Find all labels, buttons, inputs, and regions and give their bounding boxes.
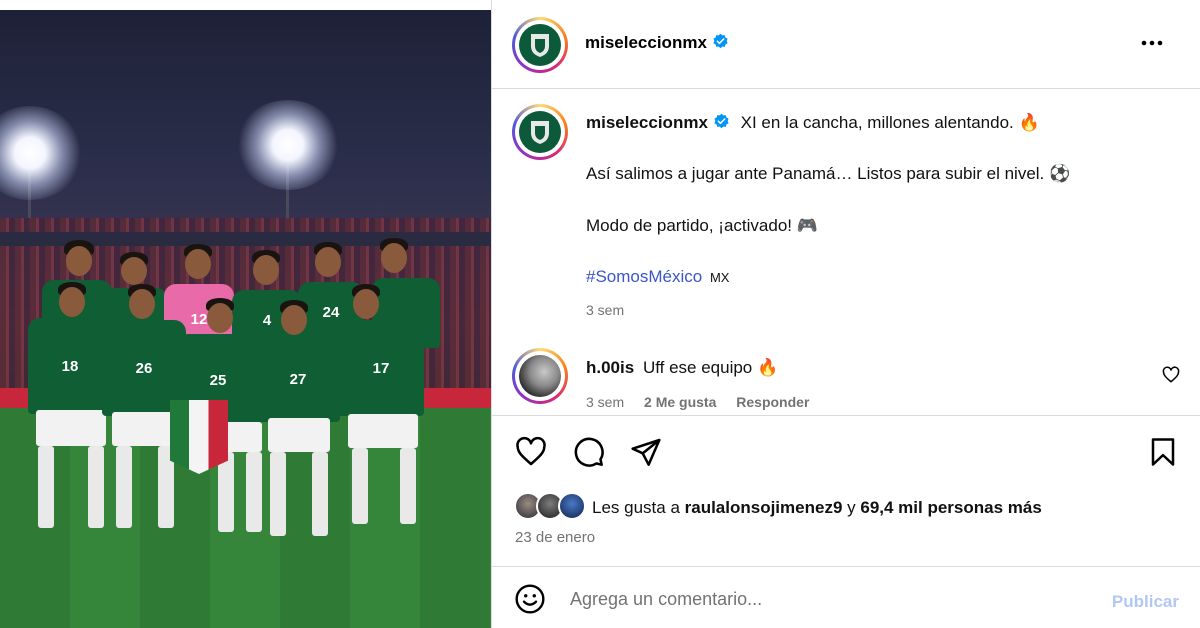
likes-prefix: Les gusta a	[592, 498, 685, 517]
hashtag-link[interactable]: #SomosMéxico	[586, 267, 702, 286]
author-avatar[interactable]	[512, 17, 568, 73]
comment-text: Uff ese equipo 🔥	[642, 358, 779, 377]
author-username-text[interactable]: miseleccionmx	[585, 33, 707, 52]
likes-others[interactable]: 69,4 mil personas más	[860, 498, 1041, 517]
mexico-flag-pennant	[170, 400, 228, 474]
caption-line-2: Así salimos a jugar ante Panamá… Listos …	[586, 164, 1071, 183]
comment-meta: 3 sem 2 Me gusta Responder	[586, 394, 809, 410]
share-icon[interactable]	[628, 434, 664, 470]
fmf-crest-icon	[531, 34, 549, 57]
heart-icon[interactable]	[513, 434, 549, 470]
comment-input[interactable]	[570, 587, 1090, 611]
comment-body: h.00is Uff ese equipo 🔥	[586, 357, 778, 379]
commenter-avatar[interactable]	[512, 348, 568, 404]
bookmark-icon[interactable]	[1145, 434, 1181, 470]
post-header: miseleccionmx	[492, 0, 1200, 89]
publish-button[interactable]: Publicar	[1112, 592, 1179, 612]
comment-timestamp[interactable]: 3 sem	[586, 394, 624, 410]
likes-middle: y	[842, 498, 861, 517]
stadium-light	[236, 100, 340, 190]
liker-username[interactable]: raulalonsojimenez9	[685, 498, 843, 517]
more-options-icon[interactable]	[1137, 28, 1167, 58]
comment-likes-count[interactable]: 2 Me gusta	[644, 394, 716, 410]
fmf-crest-icon	[531, 121, 549, 144]
caption-hashtag-line: #SomosMéxico MX	[586, 266, 729, 289]
comment-composer: Publicar	[492, 566, 1200, 628]
post-details-panel: miseleccionmx miseleccionmx XI en la can…	[491, 0, 1200, 628]
caption-timestamp[interactable]: 3 sem	[586, 302, 624, 318]
post-actions: Les gusta a raulalonsojimenez9 y 69,4 mi…	[492, 415, 1200, 567]
verified-badge-icon	[714, 113, 729, 129]
caption-author-avatar[interactable]	[512, 104, 568, 160]
photo-top-strip	[0, 0, 491, 10]
reply-button[interactable]: Responder	[736, 394, 809, 410]
post-date[interactable]: 23 de enero	[515, 529, 595, 546]
caption-line-3: Modo de partido, ¡activado! 🎮	[586, 216, 818, 235]
likes-summary: Les gusta a raulalonsojimenez9 y 69,4 mi…	[592, 498, 1042, 518]
instagram-post-modal: 12 4 24 18 26 25 27 17 miseleccionmx mis…	[0, 0, 1200, 628]
liker-avatar[interactable]	[558, 492, 586, 520]
verified-badge-icon	[713, 33, 728, 49]
emoji-icon[interactable]	[512, 581, 548, 617]
author-username[interactable]: miseleccionmx	[585, 33, 729, 53]
caption-author[interactable]: miseleccionmx	[586, 113, 708, 132]
hashtag-flag-text: MX	[709, 270, 730, 285]
post-photo[interactable]: 12 4 24 18 26 25 27 17	[0, 0, 491, 628]
stadium-light	[0, 106, 82, 200]
caption-text-1: XI en la cancha, millones alentando. 🔥	[740, 113, 1040, 132]
comment-author[interactable]: h.00is	[586, 358, 634, 377]
caption-line-1: miseleccionmx XI en la cancha, millones …	[586, 112, 1040, 134]
comment-icon[interactable]	[571, 434, 607, 470]
comment-like-heart-icon[interactable]	[1162, 366, 1180, 384]
